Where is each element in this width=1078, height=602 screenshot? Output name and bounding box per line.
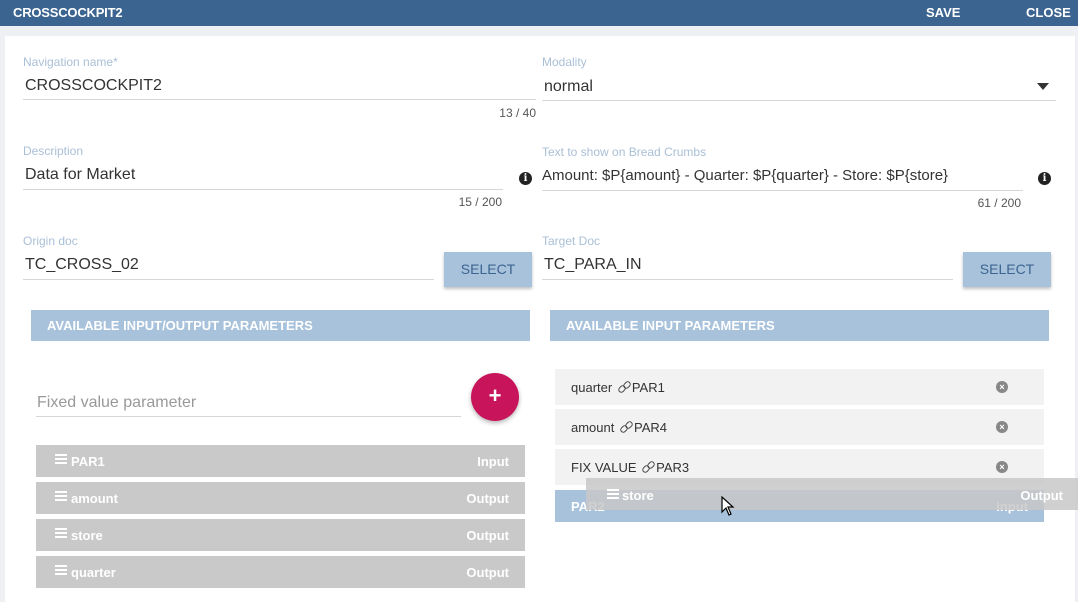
description-input[interactable]: Data for Market [25, 166, 135, 184]
fixed-value-underline [36, 416, 461, 417]
navigation-name-counter: 13 / 40 [499, 106, 536, 120]
param-name: quarter [71, 565, 116, 580]
modality-value[interactable]: normal [544, 78, 593, 96]
input-params-header: AVAILABLE INPUT PARAMETERS [550, 310, 1049, 341]
drag-handle-icon[interactable] [607, 489, 619, 501]
param-name: store [622, 488, 654, 503]
breadcrumbs-underline [542, 190, 1023, 191]
save-button[interactable]: SAVE [926, 5, 960, 20]
description-label: Description [23, 144, 84, 158]
param-name: PAR1 [71, 454, 105, 469]
link-icon [620, 423, 632, 433]
chevron-down-icon[interactable] [1037, 83, 1049, 90]
modality-select[interactable]: Modality normal [542, 55, 1056, 105]
param-row[interactable]: amount Output [36, 482, 525, 514]
link-text: FIX VALUE PAR3 [571, 460, 690, 475]
description-underline [23, 189, 503, 190]
remove-link-icon[interactable]: × [996, 381, 1008, 393]
origin-doc-input[interactable]: TC_CROSS_02 [25, 256, 139, 274]
link-row: amount PAR4 × [555, 409, 1044, 445]
navigation-name-input[interactable]: CROSSCOCKPIT2 [25, 77, 162, 95]
info-icon[interactable]: i [519, 172, 532, 185]
origin-doc-select-button[interactable]: SELECT [444, 252, 532, 287]
target-doc-underline [542, 279, 953, 280]
param-kind: Input [477, 454, 509, 469]
link-text: quarter PAR1 [571, 380, 665, 395]
modality-underline [542, 100, 1056, 101]
param-kind: Output [466, 565, 509, 580]
link-icon [642, 463, 654, 473]
window-title: CROSSCOCKPIT2 [13, 5, 123, 20]
close-button[interactable]: CLOSE [1026, 5, 1071, 20]
link-text: amount PAR4 [571, 420, 667, 435]
remove-link-icon[interactable]: × [996, 461, 1008, 473]
mouse-cursor-icon [721, 496, 735, 516]
link-icon [618, 383, 630, 393]
origin-doc-label: Origin doc [23, 234, 78, 248]
param-row[interactable]: store Output [36, 519, 525, 551]
param-kind: Output [466, 491, 509, 506]
drag-handle-icon[interactable] [55, 528, 67, 540]
dragging-param[interactable]: store Output [586, 478, 1078, 510]
target-doc-field[interactable]: Target Doc TC_PARA_IN [542, 234, 953, 280]
origin-doc-field[interactable]: Origin doc TC_CROSS_02 [23, 234, 434, 280]
modality-label: Modality [542, 55, 587, 69]
description-counter: 15 / 200 [458, 195, 502, 209]
title-bar: CROSSCOCKPIT2 SAVE CLOSE [0, 0, 1078, 26]
info-icon[interactable]: i [1038, 172, 1051, 185]
plus-icon: + [488, 383, 502, 408]
add-fixed-value-button[interactable]: + [471, 373, 519, 421]
target-doc-label: Target Doc [542, 234, 601, 248]
navigation-name-underline [23, 99, 536, 100]
param-kind: Output [466, 528, 509, 543]
param-name: amount [71, 491, 118, 506]
param-row[interactable]: PAR1 Input [36, 445, 525, 477]
target-doc-input[interactable]: TC_PARA_IN [544, 256, 642, 274]
drag-handle-icon[interactable] [55, 565, 67, 577]
navigation-name-label: Navigation name* [23, 55, 118, 69]
breadcrumbs-field[interactable]: Text to show on Bread Crumbs Amount: $P{… [542, 145, 1023, 215]
link-row: quarter PAR1 × [555, 369, 1044, 405]
param-name: store [71, 528, 103, 543]
param-kind: Output [1020, 488, 1063, 503]
breadcrumbs-label: Text to show on Bread Crumbs [542, 145, 707, 159]
description-field[interactable]: Description Data for Market 15 / 200 [23, 144, 503, 214]
output-params-header: AVAILABLE INPUT/OUTPUT PARAMETERS [31, 310, 530, 341]
drag-handle-icon[interactable] [55, 491, 67, 503]
drag-handle-icon[interactable] [55, 454, 67, 466]
target-doc-select-button[interactable]: SELECT [963, 252, 1051, 287]
fixed-value-input[interactable]: Fixed value parameter [37, 394, 196, 412]
breadcrumbs-input[interactable]: Amount: $P{amount} - Quarter: $P{quarter… [542, 167, 948, 184]
navigation-name-field[interactable]: Navigation name* CROSSCOCKPIT2 13 / 40 [23, 55, 536, 125]
param-row[interactable]: quarter Output [36, 556, 525, 588]
remove-link-icon[interactable]: × [996, 421, 1008, 433]
breadcrumbs-counter: 61 / 200 [977, 196, 1021, 210]
origin-doc-underline [23, 279, 434, 280]
